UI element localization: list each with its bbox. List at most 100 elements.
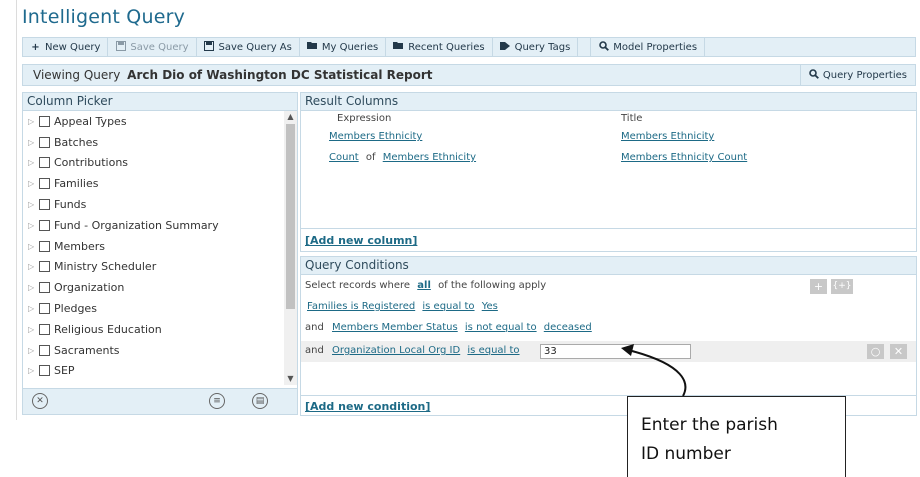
column-picker-item[interactable]: ▷ Appeal Types bbox=[23, 111, 285, 132]
column-picker-item-label: Families bbox=[54, 177, 99, 191]
column-picker-item-label: Members bbox=[54, 239, 105, 253]
recent-queries-label: Recent Queries bbox=[408, 41, 485, 53]
scrollbar-thumb[interactable] bbox=[286, 124, 295, 309]
result-column-row: Count of Members Ethnicity bbox=[329, 152, 476, 163]
column-picker-item[interactable]: ▷ Religious Education bbox=[23, 319, 285, 340]
my-queries-button[interactable]: My Queries bbox=[300, 38, 387, 56]
condition-field-link[interactable]: Families is Registered bbox=[307, 301, 415, 312]
table-view-icon[interactable]: ▤ bbox=[252, 393, 268, 409]
result-column-row: Members Ethnicity bbox=[329, 131, 422, 142]
toolbar-separator bbox=[578, 38, 592, 56]
viewing-query-text: Viewing Query Arch Dio of Washington DC … bbox=[23, 68, 433, 82]
expression-link[interactable]: Members Ethnicity bbox=[329, 131, 422, 142]
title-link[interactable]: Members Ethnicity Count bbox=[621, 152, 747, 163]
aggregate-function-link[interactable]: Count bbox=[329, 152, 359, 163]
recent-queries-button[interactable]: Recent Queries bbox=[386, 38, 493, 56]
checkbox[interactable] bbox=[39, 136, 50, 148]
search-icon bbox=[598, 40, 609, 54]
expand-arrow-icon[interactable]: ▷ bbox=[28, 138, 39, 147]
expand-arrow-icon[interactable]: ▷ bbox=[28, 346, 39, 355]
column-picker-scrollbar[interactable]: ▲ ▼ bbox=[284, 111, 297, 385]
add-group-icon[interactable]: {+} bbox=[831, 279, 853, 294]
column-picker-footer: ✕ ≡ ▤ bbox=[23, 388, 297, 414]
save-query-as-button[interactable]: Save Query As bbox=[197, 38, 300, 56]
query-tags-button[interactable]: Query Tags bbox=[493, 38, 579, 56]
expand-arrow-icon[interactable]: ▷ bbox=[28, 221, 39, 230]
condition-operator-link[interactable]: is not equal to bbox=[465, 322, 537, 333]
expand-arrow-icon[interactable]: ▷ bbox=[28, 200, 39, 209]
scroll-down-arrow-icon[interactable]: ▼ bbox=[284, 373, 297, 385]
expand-arrow-icon[interactable]: ▷ bbox=[28, 179, 39, 188]
column-picker-item[interactable]: ▷ Members bbox=[23, 236, 285, 257]
expand-arrow-icon[interactable]: ▷ bbox=[28, 117, 39, 126]
save-as-icon bbox=[204, 40, 215, 54]
search-icon bbox=[809, 68, 819, 82]
condition-value-link[interactable]: Yes bbox=[482, 301, 498, 312]
remove-condition-close-icon[interactable]: ✕ bbox=[890, 344, 907, 359]
add-condition-plus-icon[interactable]: + bbox=[810, 279, 827, 294]
condition-joiner: and bbox=[305, 322, 324, 333]
scroll-up-arrow-icon[interactable]: ▲ bbox=[284, 111, 297, 123]
callout-line-1: Enter the parish bbox=[641, 415, 778, 435]
expand-arrow-icon[interactable]: ▷ bbox=[28, 242, 39, 251]
checkbox[interactable] bbox=[39, 303, 50, 315]
query-tags-label: Query Tags bbox=[514, 41, 571, 53]
checkbox[interactable] bbox=[39, 365, 50, 377]
checkbox[interactable] bbox=[39, 157, 50, 169]
condition-row-editing: and Organization Local Org ID is equal t… bbox=[301, 341, 916, 362]
condition-row-text: and Organization Local Org ID is equal t… bbox=[305, 345, 522, 356]
add-new-column-link[interactable]: [Add new column] bbox=[305, 234, 417, 247]
condition-value-input[interactable]: 33 bbox=[540, 344, 691, 359]
new-query-button[interactable]: + New Query bbox=[23, 38, 109, 56]
column-picker-item-label: Pledges bbox=[54, 302, 97, 316]
checkbox[interactable] bbox=[39, 240, 50, 252]
column-picker-item[interactable]: ▷ Fund - Organization Summary bbox=[23, 215, 285, 236]
condition-options-circle-icon[interactable]: ○ bbox=[867, 344, 884, 359]
checkbox[interactable] bbox=[39, 282, 50, 294]
query-properties-button[interactable]: Query Properties bbox=[799, 65, 915, 85]
condition-value-link[interactable]: deceased bbox=[544, 322, 592, 333]
column-picker-item-label: Appeal Types bbox=[54, 114, 127, 128]
expand-arrow-icon[interactable]: ▷ bbox=[28, 283, 39, 292]
clear-circle-x-icon[interactable]: ✕ bbox=[32, 393, 48, 409]
viewing-prefix: Viewing Query bbox=[33, 68, 121, 82]
model-properties-button[interactable]: Model Properties bbox=[591, 38, 706, 56]
expand-arrow-icon[interactable]: ▷ bbox=[28, 325, 39, 334]
checkbox[interactable] bbox=[39, 344, 50, 356]
result-columns-panel: Result Columns Expression Title Members … bbox=[300, 92, 917, 252]
query-conditions-panel: Query Conditions Select records where al… bbox=[300, 256, 917, 416]
model-properties-label: Model Properties bbox=[613, 41, 698, 53]
app-title: Intelligent Query bbox=[22, 6, 186, 28]
title-link[interactable]: Members Ethnicity bbox=[621, 131, 714, 142]
add-column-area: [Add new column] bbox=[301, 228, 916, 252]
column-picker-item[interactable]: ▷ Funds bbox=[23, 194, 285, 215]
left-border-line bbox=[16, 0, 17, 420]
condition-operator-link[interactable]: is equal to bbox=[422, 301, 474, 312]
checkbox[interactable] bbox=[39, 178, 50, 190]
match-mode-link[interactable]: all bbox=[417, 280, 431, 291]
column-picker-item[interactable]: ▷ Sacraments bbox=[23, 340, 285, 361]
expand-arrow-icon[interactable]: ▷ bbox=[28, 366, 39, 375]
column-picker-item[interactable]: ▷ Pledges bbox=[23, 298, 285, 319]
list-options-icon[interactable]: ≡ bbox=[209, 393, 225, 409]
column-picker-item[interactable]: ▷ SEP bbox=[23, 361, 285, 382]
column-picker-item[interactable]: ▷ Contributions bbox=[23, 153, 285, 174]
checkbox[interactable] bbox=[39, 261, 50, 273]
expand-arrow-icon[interactable]: ▷ bbox=[28, 304, 39, 313]
column-picker-item[interactable]: ▷ Families bbox=[23, 173, 285, 194]
save-query-button[interactable]: Save Query bbox=[108, 38, 197, 56]
checkbox[interactable] bbox=[39, 199, 50, 211]
column-picker-item[interactable]: ▷ Ministry Scheduler bbox=[23, 257, 285, 278]
expression-link[interactable]: Members Ethnicity bbox=[383, 152, 476, 163]
checkbox[interactable] bbox=[39, 219, 50, 231]
checkbox[interactable] bbox=[39, 115, 50, 127]
condition-field-link[interactable]: Organization Local Org ID bbox=[332, 345, 460, 356]
column-picker-item[interactable]: ▷ Organization bbox=[23, 277, 285, 298]
expand-arrow-icon[interactable]: ▷ bbox=[28, 158, 39, 167]
expand-arrow-icon[interactable]: ▷ bbox=[28, 262, 39, 271]
condition-field-link[interactable]: Members Member Status bbox=[332, 322, 458, 333]
condition-operator-link[interactable]: is equal to bbox=[467, 345, 519, 356]
checkbox[interactable] bbox=[39, 323, 50, 335]
column-picker-item[interactable]: ▷ Batches bbox=[23, 132, 285, 153]
add-new-condition-link[interactable]: [Add new condition] bbox=[305, 400, 430, 413]
